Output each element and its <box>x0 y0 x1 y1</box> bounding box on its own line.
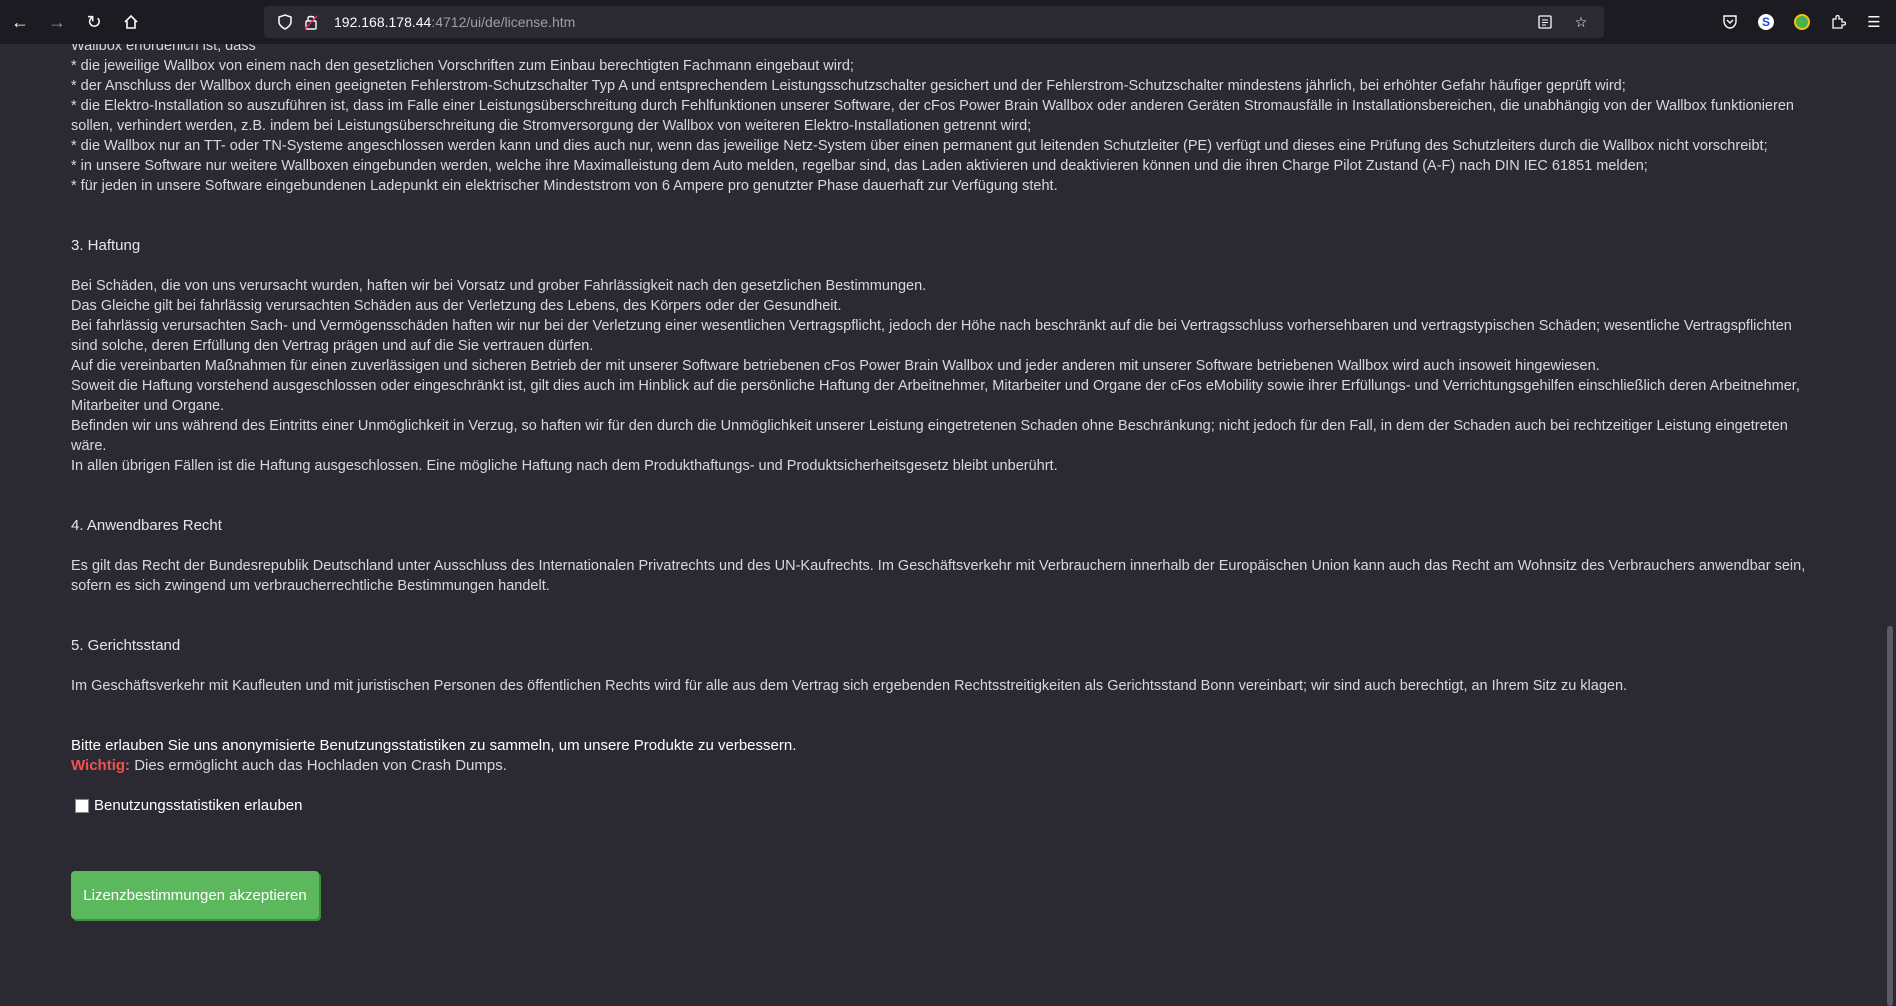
section-gerichtsstand-text: Im Geschäftsverkehr mit Kaufleuten und m… <box>71 676 1821 696</box>
condition-item: * für jeden in unsere Software eingebund… <box>71 178 1058 194</box>
arrow-left-icon: ← <box>11 11 29 32</box>
paragraph: Soweit die Haftung vorstehend ausgeschlo… <box>71 378 1800 414</box>
shield-icon[interactable] <box>274 11 296 33</box>
condition-item: * die Wallbox nur an TT- oder TN-Systeme… <box>71 138 1768 154</box>
condition-item: * der Anschluss der Wallbox durch einen … <box>71 78 1626 94</box>
paragraph: Bei fahrlässig verursachten Sach- und Ve… <box>71 318 1792 354</box>
section-heading-haftung: 3. Haftung <box>71 237 141 254</box>
page-scrollbar[interactable] <box>1884 44 1896 1006</box>
home-button[interactable] <box>114 5 148 39</box>
home-icon <box>124 14 138 29</box>
condition-item: * die jeweilige Wallbox von einem nach d… <box>71 58 854 74</box>
toolbar-extensions: S ☰ <box>1718 5 1886 39</box>
paragraph: In allen übrigen Fällen ist die Haftung … <box>71 458 1058 474</box>
url-actions: ☆ <box>1534 6 1596 38</box>
paragraph: Das Gleiche gilt bei fahrlässig verursac… <box>71 298 842 314</box>
statistics-checkbox-row[interactable]: Benutzungsstatistiken erlauben <box>75 796 302 816</box>
menu-icon[interactable]: ☰ <box>1862 10 1886 34</box>
extension-green-icon[interactable] <box>1790 10 1814 34</box>
url-bar[interactable]: 192.168.178.44:4712/ui/de/license.htm ☆ <box>264 6 1604 38</box>
section-recht-text: Es gilt das Recht der Bundesrepublik Deu… <box>71 556 1821 596</box>
section-heading-gerichtsstand: 5. Gerichtsstand <box>71 637 181 654</box>
forward-button[interactable]: → <box>40 5 74 39</box>
scrollbar-thumb[interactable] <box>1887 626 1893 1006</box>
reload-icon: ↻ <box>86 11 102 32</box>
statistics-checkbox-label[interactable]: Benutzungsstatistiken erlauben <box>94 796 302 816</box>
bookmark-star-icon[interactable]: ☆ <box>1570 11 1592 33</box>
accept-license-button[interactable]: Lizenzbestimmungen akzeptieren <box>71 871 319 919</box>
important-label: Wichtig: <box>71 757 131 774</box>
browser-toolbar: ← → ↻ 192.168.178.44:4712/ui/de/license.… <box>0 0 1896 44</box>
conditions-intro: Wallbox erforderlich ist, dass <box>71 44 256 54</box>
reload-button[interactable]: ↻ <box>77 5 111 39</box>
condition-item: * in unsere Software nur weitere Wallbox… <box>71 158 1648 174</box>
section-heading-recht: 4. Anwendbares Recht <box>71 517 222 534</box>
important-note: Wichtig: Dies ermöglicht auch das Hochla… <box>71 756 1821 776</box>
back-button[interactable]: ← <box>3 5 37 39</box>
arrow-right-icon: → <box>48 11 66 32</box>
statistics-checkbox[interactable] <box>75 799 89 813</box>
url-host: 192.168.178.44 <box>334 14 432 30</box>
pocket-icon[interactable] <box>1718 10 1742 34</box>
insecure-lock-icon[interactable] <box>300 11 322 33</box>
paragraph: Im Geschäftsverkehr mit Kaufleuten und m… <box>71 678 1628 694</box>
license-content: Wallbox erforderlich ist, dass * die jew… <box>71 44 1831 991</box>
extension-s-icon[interactable]: S <box>1754 10 1778 34</box>
section-haftung-text: Bei Schäden, die von uns verursacht wurd… <box>71 276 1821 476</box>
paragraph: Befinden wir uns während des Eintritts e… <box>71 418 1788 454</box>
statistics-notice: Bitte erlauben Sie uns anonymisierte Ben… <box>71 736 1821 776</box>
important-text: Dies ermöglicht auch das Hochladen von C… <box>130 757 507 774</box>
statistics-request: Bitte erlauben Sie uns anonymisierte Ben… <box>71 737 797 754</box>
conditions-list: Wallbox erforderlich ist, dass * die jew… <box>71 44 1821 196</box>
paragraph: Bei Schäden, die von uns verursacht wurd… <box>71 278 927 294</box>
paragraph: Es gilt das Recht der Bundesrepublik Deu… <box>71 558 1806 594</box>
reader-view-icon[interactable] <box>1534 11 1556 33</box>
condition-item: * die Elektro-Installation so auszuführe… <box>71 98 1794 134</box>
url-text: 192.168.178.44:4712/ui/de/license.htm <box>334 14 575 30</box>
extensions-puzzle-icon[interactable] <box>1826 10 1850 34</box>
paragraph: Auf die vereinbarten Maßnahmen für einen… <box>71 358 1600 374</box>
url-path: :4712/ui/de/license.htm <box>431 14 576 30</box>
